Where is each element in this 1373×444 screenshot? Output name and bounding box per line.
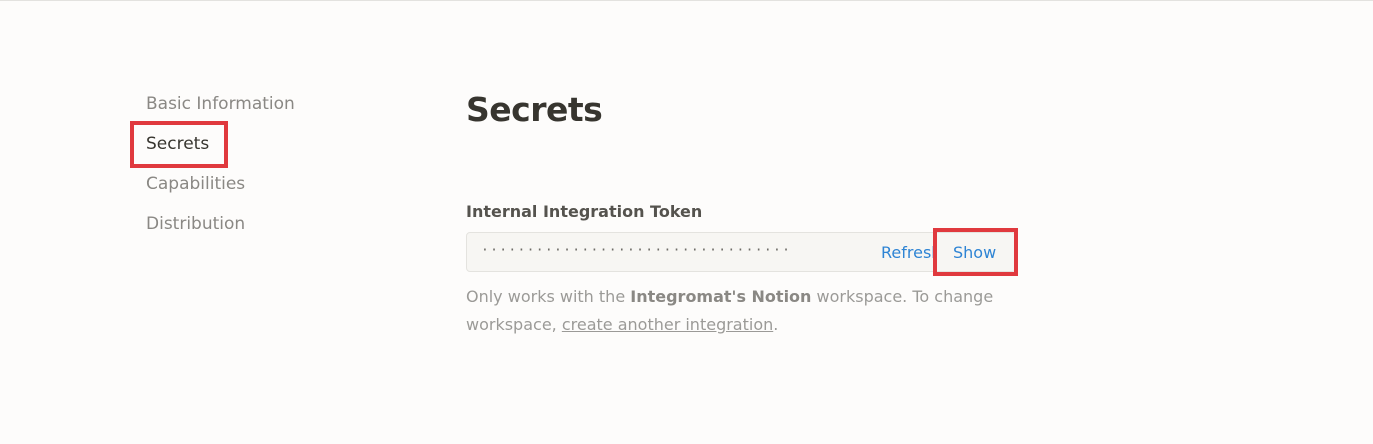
- sidebar-item-capabilities[interactable]: Capabilities: [146, 172, 245, 196]
- show-token-button[interactable]: Show: [953, 241, 996, 265]
- token-masked-value: ··································: [481, 243, 792, 258]
- sidebar-item-basic-information[interactable]: Basic Information: [146, 92, 295, 116]
- page-title: Secrets: [466, 90, 603, 129]
- help-text-prefix: Only works with the: [466, 287, 631, 306]
- create-integration-link[interactable]: create another integration: [562, 315, 773, 334]
- workspace-name: Integromat's Notion: [630, 287, 812, 306]
- help-text-suffix: .: [773, 315, 779, 334]
- sidebar-item-secrets[interactable]: Secrets: [146, 132, 209, 156]
- token-field[interactable]: ·································· Refre…: [466, 232, 1016, 272]
- token-field-label: Internal Integration Token: [466, 202, 703, 221]
- token-help-text: Only works with the Integromat's Notion …: [466, 283, 1026, 339]
- sidebar-item-distribution[interactable]: Distribution: [146, 212, 245, 236]
- top-divider: [0, 0, 1373, 1]
- refresh-token-button[interactable]: Refresh: [881, 241, 937, 265]
